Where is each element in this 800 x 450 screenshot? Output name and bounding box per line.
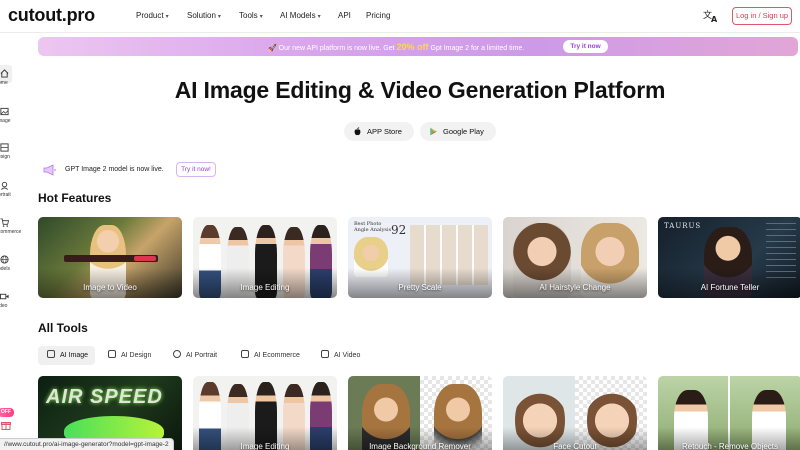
chevron-down-icon: ▾ <box>317 14 321 20</box>
tab-ai-video[interactable]: AI Video <box>321 346 360 365</box>
tab-ai-portrait[interactable]: AI Portrait <box>173 346 217 365</box>
logo[interactable]: cutout.pro <box>8 5 95 26</box>
tool-card-label: Image Background Remover <box>369 442 471 450</box>
design-icon <box>0 143 9 152</box>
tab-label: AI Portrait <box>186 352 218 359</box>
sidebar-label-ecommerce: commerce <box>0 229 22 235</box>
cart-icon <box>0 218 9 227</box>
tool-card-label: Face Cutout <box>553 442 597 450</box>
feature-card-label: Image Editing <box>240 283 290 292</box>
feature-card-image-to-video[interactable]: Image to Video <box>38 217 182 298</box>
cart-icon <box>241 350 249 358</box>
tab-label: AI Image <box>60 352 89 359</box>
promo-try-button[interactable]: Try it now <box>563 40 608 53</box>
design-icon <box>108 350 116 358</box>
feature-card-label: AI Hairstyle Change <box>539 283 611 292</box>
promo-banner: 🚀 Our new API platform is now live. Get … <box>38 37 798 56</box>
hero-title: AI Image Editing & Video Generation Plat… <box>174 77 666 103</box>
tab-ai-design[interactable]: AI Design <box>108 346 151 365</box>
google-play-button[interactable]: Google Play <box>420 122 496 141</box>
feature-card-pretty-scale[interactable]: Best Photo Angle Analysis 92 Pretty Scal… <box>348 217 492 298</box>
gpt-try-button[interactable]: Try it now! <box>176 162 216 177</box>
video-icon <box>321 350 329 358</box>
sidebar-label-image: mage <box>0 118 11 124</box>
link-status-bar: //www.cutout.pro/ai-image-generator?mode… <box>0 438 174 450</box>
tool-card-background-remover[interactable]: Image Background Remover <box>348 376 492 450</box>
page: cutout.pro Product ▾ Solution ▾ Tools ▾ AI … <box>0 0 800 450</box>
nav-product-label: Product <box>136 11 164 20</box>
tool-card-retouch[interactable]: Retouch - Remove Objects <box>658 376 800 450</box>
top-navigation: cutout.pro Product ▾ Solution ▾ Tools ▾ AI … <box>0 0 800 33</box>
nav-ai-models-label: AI Models <box>280 11 316 20</box>
nav-tools[interactable]: Tools ▾ <box>239 11 263 20</box>
app-store-label: APP Store <box>367 127 402 136</box>
nav-solution[interactable]: Solution ▾ <box>187 11 221 20</box>
nav-api[interactable]: API <box>338 11 351 20</box>
sidebar-label-design: esign <box>0 154 10 160</box>
video-icon <box>0 293 9 300</box>
nav-api-label: API <box>338 11 351 20</box>
tool-card-label: Retouch - Remove Objects <box>681 442 779 450</box>
svg-text:A: A <box>711 15 718 23</box>
pretty-scale-heading: Best Photo Angle Analysis <box>354 221 392 233</box>
nav-tools-label: Tools <box>239 11 258 20</box>
tool-card-label: AIR SPEED <box>46 386 163 408</box>
portrait-icon <box>173 350 181 358</box>
tab-ai-image[interactable]: AI Image <box>38 346 95 365</box>
image-icon <box>0 107 9 116</box>
gpt-notice-text: GPT Image 2 model is now live. <box>65 166 164 173</box>
fortune-sign: TAURUS <box>664 222 702 230</box>
google-play-icon <box>430 127 437 136</box>
app-store-button[interactable]: APP Store <box>344 122 414 141</box>
feature-card-fortune-teller[interactable]: TAURUS AI Fortune Teller <box>658 217 800 298</box>
megaphone-icon <box>43 164 56 176</box>
promo-highlight: 20% off <box>396 42 429 52</box>
tab-label: AI Video <box>334 352 361 359</box>
models-icon <box>0 255 9 264</box>
tool-card-face-cutout[interactable]: Face Cutout <box>503 376 647 450</box>
nav-solution-label: Solution <box>187 11 216 20</box>
promo-text: 🚀 Our new API platform is now live. Get … <box>268 42 524 52</box>
feature-card-label: Image to Video <box>83 283 137 292</box>
translate-icon[interactable]: 文 A <box>703 9 719 23</box>
tool-card-label: Image Editing <box>240 442 290 450</box>
apple-icon <box>354 127 361 136</box>
all-tools-title: All Tools <box>38 321 88 335</box>
feature-card-image-editing[interactable]: Image Editing <box>193 217 337 298</box>
tab-label: AI Design <box>121 352 152 359</box>
nav-ai-models[interactable]: AI Models ▾ <box>280 11 321 20</box>
feature-card-label: AI Fortune Teller <box>700 283 760 292</box>
video-progress-bar <box>64 255 158 262</box>
nav-pricing[interactable]: Pricing <box>366 11 390 20</box>
image-icon <box>47 350 55 358</box>
feature-card-hairstyle-change[interactable]: AI Hairstyle Change <box>503 217 647 298</box>
chevron-down-icon: ▾ <box>165 14 169 20</box>
nav-pricing-label: Pricing <box>366 11 391 20</box>
gift-icon[interactable] <box>1 420 11 430</box>
tool-card-image-editing[interactable]: Image Editing <box>193 376 337 450</box>
pretty-scale-score: 92 <box>391 223 407 237</box>
sidebar-label-video: ideo <box>0 303 8 309</box>
chevron-down-icon: ▾ <box>217 14 221 20</box>
portrait-icon <box>1 181 8 190</box>
sidebar-label-portrait: ortrait <box>0 192 11 198</box>
chevron-down-icon: ▾ <box>259 14 263 20</box>
hot-features-title: Hot Features <box>38 191 112 205</box>
sidebar-label-models: odels <box>0 266 10 272</box>
promo-suffix: Gpt Image 2 for a limited time. <box>428 45 525 52</box>
off-badge[interactable]: OFF <box>0 408 14 417</box>
google-play-label: Google Play <box>443 127 484 136</box>
tab-ai-ecommerce[interactable]: AI Ecommerce <box>241 346 300 365</box>
login-signup-button[interactable]: Log in / Sign up <box>732 7 792 25</box>
tab-label: AI Ecommerce <box>254 352 300 359</box>
promo-prefix: 🚀 Our new API platform is now live. Get <box>268 45 397 52</box>
nav-product[interactable]: Product ▾ <box>136 11 169 20</box>
feature-card-label: Pretty Scale <box>398 283 442 292</box>
